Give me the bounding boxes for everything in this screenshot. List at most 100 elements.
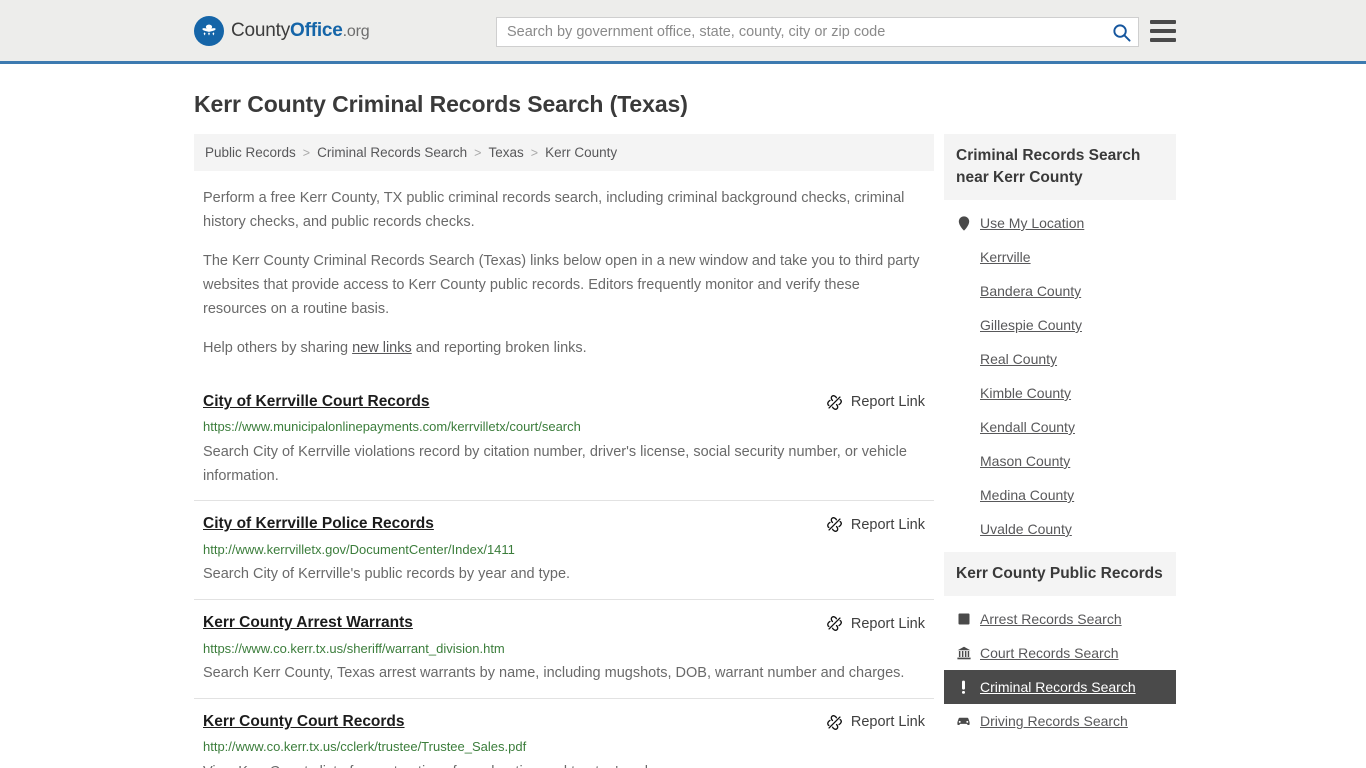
result-description: Search City of Kerrville violations reco… xyxy=(203,443,907,484)
sidebar-item-medina-county[interactable]: Medina County xyxy=(944,478,1176,512)
page-title: Kerr County Criminal Records Search (Tex… xyxy=(194,91,688,117)
sidebar-item-kimble-county[interactable]: Kimble County xyxy=(944,376,1176,410)
hamburger-bar xyxy=(1150,38,1176,42)
brand-part-1: County xyxy=(231,19,291,41)
breadcrumb: Public Records > Criminal Records Search… xyxy=(194,134,934,171)
result-url: http://www.co.kerr.tx.us/cclerk/trustee/… xyxy=(203,739,527,755)
sidebar-item-uvalde-county[interactable]: Uvalde County xyxy=(944,512,1176,546)
new-links-link[interactable]: new links xyxy=(352,340,412,356)
sidebar-nearby-box: Criminal Records Search near Kerr County… xyxy=(944,134,1176,546)
result-description: View Kerr County list of recent notice o… xyxy=(203,761,925,768)
sidebar-public-records-box: Kerr County Public Records Arrest Record… xyxy=(944,552,1176,738)
sidebar-item-kendall-county[interactable]: Kendall County xyxy=(944,410,1176,444)
search-bar xyxy=(496,17,1139,47)
sidebar-nearby-link[interactable]: Mason County xyxy=(980,453,1070,469)
result-header: City of Kerrville Police Records Report … xyxy=(203,515,925,534)
page-container: Kerr County Criminal Records Search (Tex… xyxy=(0,91,1366,768)
result-title-link[interactable]: City of Kerrville Court Records xyxy=(203,393,430,412)
sidebar-item-bandera-county[interactable]: Bandera County xyxy=(944,274,1176,308)
breadcrumb-item-kerr-county: Kerr County xyxy=(545,145,618,160)
intro-p3-before: Help others by sharing xyxy=(203,340,353,357)
report-link-label: Report Link xyxy=(850,394,925,411)
result-url: https://www.co.kerr.tx.us/sheriff/warran… xyxy=(203,640,505,656)
intro-paragraph-2: The Kerr County Criminal Records Search … xyxy=(203,253,920,317)
sidebar-item-use-my-location[interactable]: Use My Location xyxy=(944,206,1176,240)
report-link-button[interactable]: Report Link xyxy=(826,515,925,533)
search-icon xyxy=(1112,23,1131,42)
sidebar-nearby-link[interactable]: Uvalde County xyxy=(980,521,1072,537)
sidebar-item-criminal-records-search[interactable]: Criminal Records Search xyxy=(944,670,1176,704)
result-description: Search Kerr County, Texas arrest warrant… xyxy=(203,665,905,682)
result-item: Kerr County Court Records Report Link ht… xyxy=(194,697,934,768)
result-title-link[interactable]: City of Kerrville Police Records xyxy=(203,515,434,534)
sidebar-nearby-link[interactable]: Medina County xyxy=(980,487,1074,503)
sidebar-nearby-link[interactable]: Kendall County xyxy=(980,419,1075,435)
report-link-label: Report Link xyxy=(850,516,925,533)
sidebar-item-arrest-records-search[interactable]: Arrest Records Search xyxy=(944,602,1176,636)
broken-link-icon xyxy=(826,714,843,731)
sidebar-nearby-link[interactable]: Kimble County xyxy=(980,385,1071,401)
breadcrumb-separator: > xyxy=(302,145,311,160)
sidebar-nearby-link[interactable]: Bandera County xyxy=(980,283,1081,299)
breadcrumb-item-public-records[interactable]: Public Records xyxy=(205,145,296,160)
report-link-button[interactable]: Report Link xyxy=(826,614,925,632)
site-logo[interactable]: CountyOffice.org xyxy=(194,15,370,46)
site-logo-text: CountyOffice.org xyxy=(231,19,370,42)
broken-link-icon xyxy=(826,615,843,632)
site-header: CountyOffice.org xyxy=(0,0,1366,64)
hamburger-bar xyxy=(1150,20,1176,24)
sidebar-nearby-link[interactable]: Real County xyxy=(980,351,1057,367)
brand-part-2: Office xyxy=(290,19,343,41)
result-title-link[interactable]: Kerr County Court Records xyxy=(203,713,405,732)
broken-link-icon xyxy=(826,516,843,533)
intro-paragraph-1: Perform a free Kerr County, TX public cr… xyxy=(203,190,905,230)
sidebar-nearby-title: Criminal Records Search near Kerr County xyxy=(944,134,1176,200)
broken-link-icon xyxy=(826,394,843,411)
content-row: Public Records > Criminal Records Search… xyxy=(194,134,1176,768)
breadcrumb-separator: > xyxy=(530,145,539,160)
map-pin-icon xyxy=(956,215,971,231)
car-icon xyxy=(956,714,971,729)
sidebar: Criminal Records Search near Kerr County… xyxy=(944,134,1176,744)
breadcrumb-separator: > xyxy=(474,145,482,160)
result-url: http://www.kerrvilletx.gov/DocumentCente… xyxy=(203,541,515,557)
sidebar-nearby-link[interactable]: Kerrville xyxy=(980,249,1031,265)
intro-section: Perform a free Kerr County, TX public cr… xyxy=(194,187,934,361)
result-header: Kerr County Arrest Warrants Report Link xyxy=(203,614,925,633)
result-header: City of Kerrville Court Records Report L… xyxy=(203,393,925,412)
breadcrumb-item-texas[interactable]: Texas xyxy=(488,145,523,160)
hamburger-bar xyxy=(1150,29,1176,33)
sidebar-item-gillespie-county[interactable]: Gillespie County xyxy=(944,308,1176,342)
sidebar-item-real-county[interactable]: Real County xyxy=(944,342,1176,376)
sidebar-item-court-records-search[interactable]: Court Records Search xyxy=(944,636,1176,670)
report-link-button[interactable]: Report Link xyxy=(826,393,925,411)
brand-part-3: .org xyxy=(342,22,370,40)
result-title-link[interactable]: Kerr County Arrest Warrants xyxy=(203,614,413,633)
sidebar-item-kerrville[interactable]: Kerrville xyxy=(944,240,1176,274)
fingerprint-square-icon xyxy=(956,612,971,627)
result-url: https://www.municipalonlinepayments.com/… xyxy=(203,419,581,435)
sidebar-public-records-link[interactable]: Criminal Records Search xyxy=(980,679,1136,695)
sidebar-nearby-link[interactable]: Use My Location xyxy=(980,215,1084,231)
sidebar-public-records-link[interactable]: Driving Records Search xyxy=(980,713,1128,729)
result-item: City of Kerrville Police Records Report … xyxy=(194,500,934,599)
main-column: Public Records > Criminal Records Search… xyxy=(194,134,934,768)
sidebar-public-records-link[interactable]: Court Records Search xyxy=(980,645,1119,661)
courthouse-icon xyxy=(956,646,971,661)
exclamation-icon xyxy=(956,680,971,695)
eagle-badge-icon xyxy=(194,15,224,46)
sidebar-nearby-link[interactable]: Gillespie County xyxy=(980,317,1082,333)
report-link-button[interactable]: Report Link xyxy=(826,713,925,731)
sidebar-public-records-list: Arrest Records Search Court Records Sear… xyxy=(944,596,1176,738)
sidebar-item-mason-county[interactable]: Mason County xyxy=(944,444,1176,478)
search-button[interactable] xyxy=(1104,18,1138,46)
intro-paragraph-3: Help others by sharing new links and rep… xyxy=(194,337,934,361)
results-list: City of Kerrville Court Records Report L… xyxy=(194,381,934,768)
breadcrumb-item-criminal-records-search[interactable]: Criminal Records Search xyxy=(317,145,467,160)
result-item: City of Kerrville Court Records Report L… xyxy=(194,381,934,500)
hamburger-menu-icon[interactable] xyxy=(1150,20,1176,42)
sidebar-public-records-link[interactable]: Arrest Records Search xyxy=(980,611,1122,627)
search-input[interactable] xyxy=(497,18,1104,46)
sidebar-item-driving-records-search[interactable]: Driving Records Search xyxy=(944,704,1176,738)
sidebar-public-records-title: Kerr County Public Records xyxy=(944,552,1176,596)
